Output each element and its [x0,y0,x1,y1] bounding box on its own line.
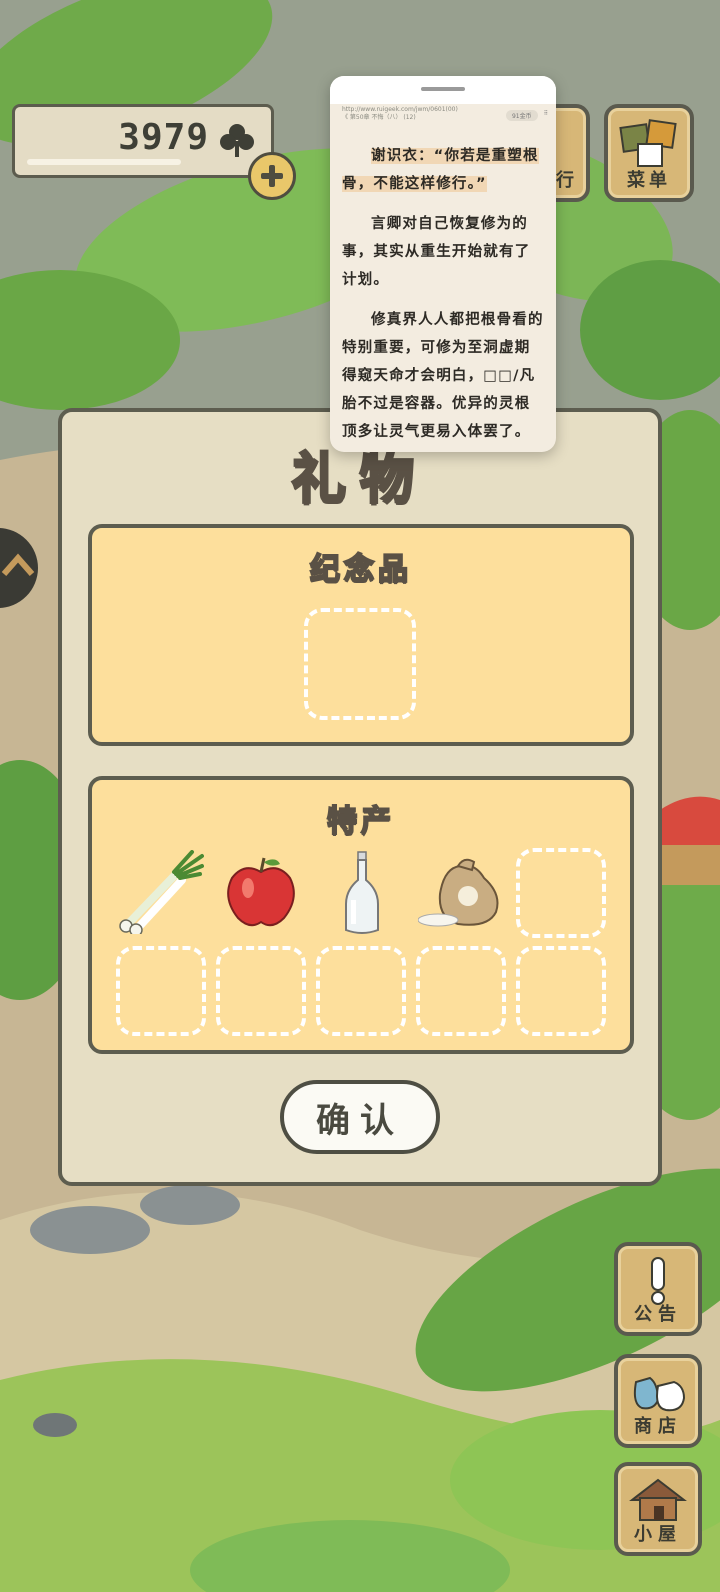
green-onion-item[interactable] [116,850,204,934]
reader-meta: http://www.ruigeek.com/jwm/0601(00) 《 第5… [342,106,458,122]
specialty-slot[interactable] [116,946,206,1036]
gift-panel: 礼物 纪念品 特产 确认 [58,408,662,1186]
notice-button-label: 公告 [634,1304,682,1325]
house-icon [629,1478,687,1521]
specialty-slot[interactable] [516,946,606,1036]
add-clover-button[interactable] [248,152,296,200]
clover-icon [220,124,254,157]
specialty-section: 特产 [88,776,634,1054]
reader-popup[interactable]: http://www.ruigeek.com/jwm/0601(00) 《 第5… [330,76,556,452]
specialty-title: 特产 [326,803,395,840]
reader-text: 谢识衣：“你若是重塑根骨，不能这样修行。” 言卿对自己恢复修为的事，其实从重生开… [342,142,546,452]
souvenir-title: 纪念品 [309,551,412,588]
specialty-slot[interactable] [416,946,506,1036]
rice-sack-item[interactable] [418,854,508,930]
glass-bottle-item[interactable] [342,850,382,936]
confirm-button[interactable]: 确认 [280,1080,440,1154]
up-arrow-icon [1,553,35,576]
apple-item[interactable] [224,856,298,930]
reader-url: http://www.ruigeek.com/jwm/0601(00) [342,106,458,113]
specialty-slot[interactable] [216,946,306,1036]
reader-chapter: 《 第50章 不悔（八） (12) [342,114,416,121]
souvenir-slot[interactable] [304,608,416,720]
reader-tools: 91金币 ⠿ [505,110,548,121]
drag-handle[interactable] [421,87,465,91]
reader-paragraph: 谢识衣：“你若是重塑根骨，不能这样修行。” [342,148,539,192]
clover-bar [27,159,181,165]
menu-icon [619,119,677,167]
menu-button-label: 菜单 [627,170,671,191]
reader-paragraph: 修真界人人都把根骨看的特别重要，可修为至洞虚期得窥天命才会明白，□□/凡胎不过是… [342,312,544,440]
shop-button-label: 商店 [634,1416,682,1437]
grid-icon[interactable]: ⠿ [544,110,548,121]
clover-amount: 3979 [118,117,209,158]
specialty-slot[interactable] [516,848,606,938]
travel-button-label: 行 [556,170,578,191]
reader-paragraph: 言卿对自己恢复修为的事，其实从重生开始就有了计划。 [342,216,531,288]
menu-button[interactable]: 菜单 [604,104,694,202]
house-button-label: 小屋 [634,1524,682,1545]
specialty-slot[interactable] [316,946,406,1036]
plus-icon [261,165,283,187]
notice-button[interactable]: 公告 [614,1242,702,1336]
souvenir-section: 纪念品 [88,524,634,746]
reader-header [330,76,556,104]
exclamation-icon [651,1257,665,1305]
shop-button[interactable]: 商店 [614,1354,702,1448]
house-button[interactable]: 小屋 [614,1462,702,1556]
clover-counter: 3979 [12,104,274,178]
bags-icon [633,1376,686,1412]
coin-pill[interactable]: 91金币 [505,110,538,121]
